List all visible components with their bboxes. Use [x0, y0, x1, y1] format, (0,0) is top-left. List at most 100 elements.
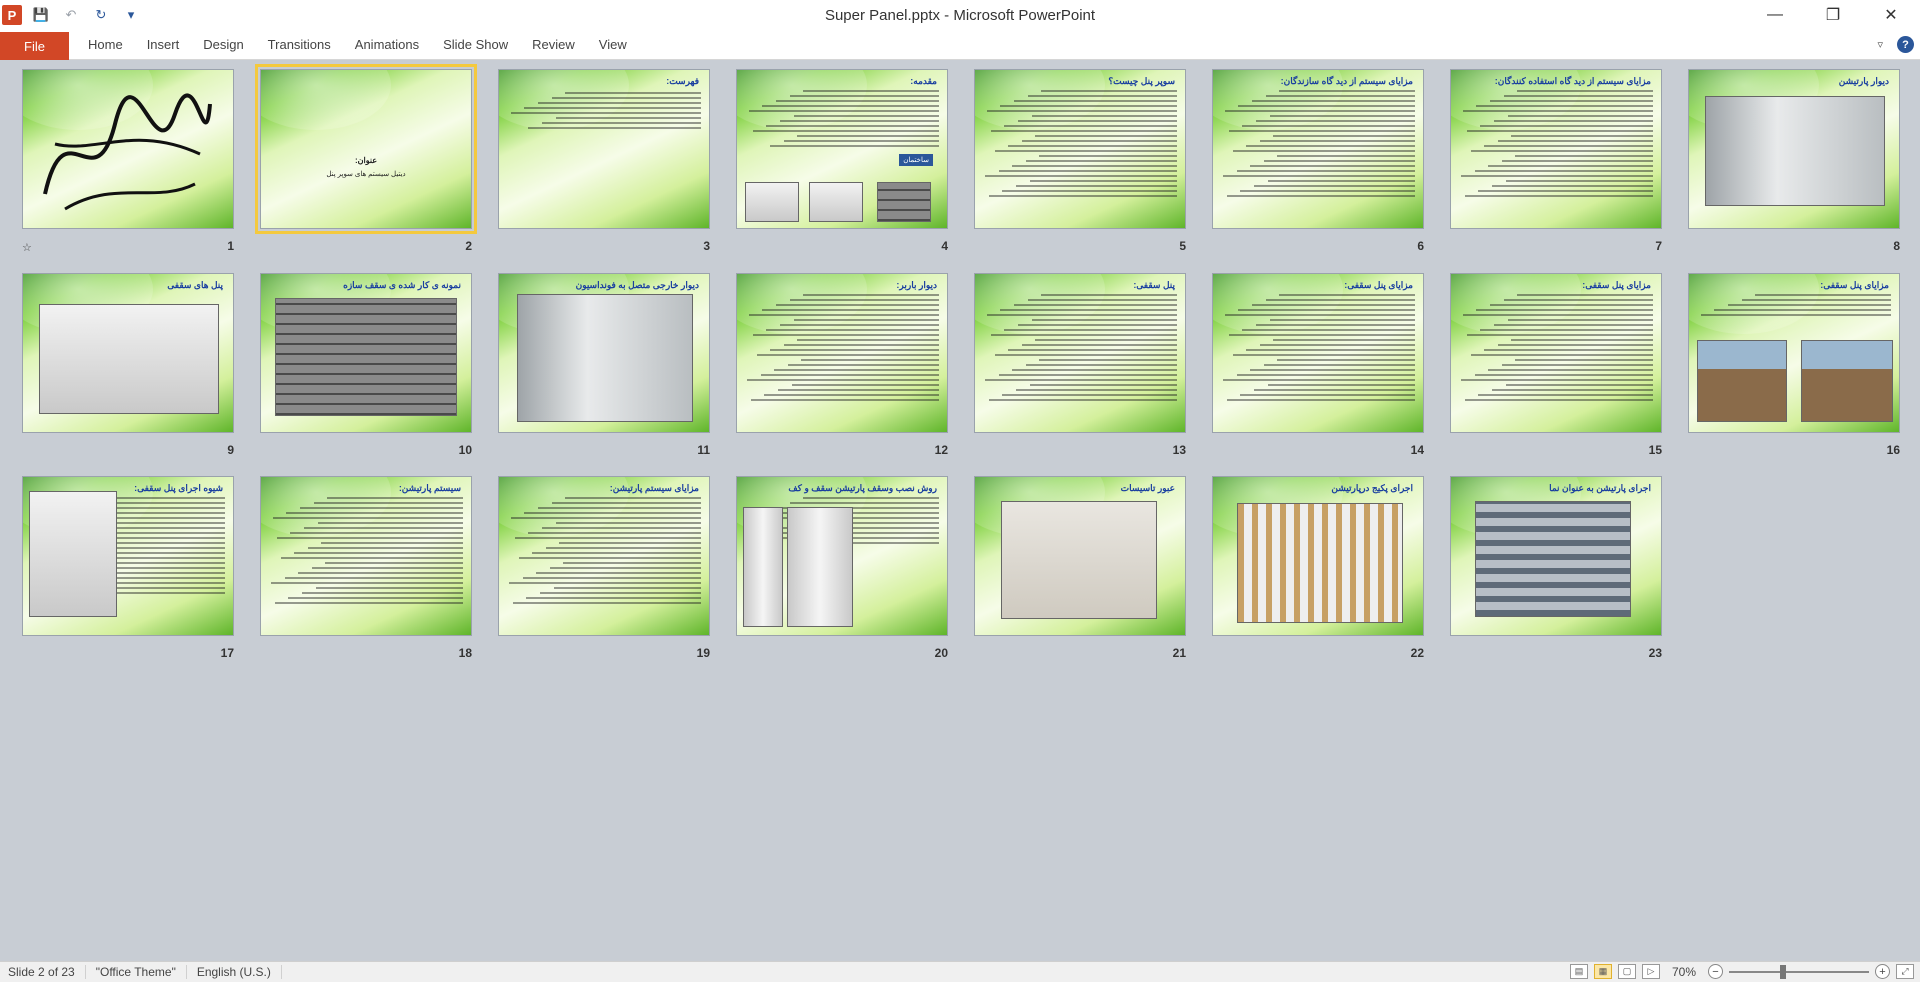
text-line — [1728, 304, 1891, 306]
text-line — [1031, 115, 1177, 117]
text-line — [555, 117, 701, 119]
text-line — [539, 592, 701, 594]
tab-review[interactable]: Review — [520, 30, 587, 60]
transition-icon[interactable]: ☆ — [22, 241, 32, 254]
text-line — [793, 319, 939, 321]
slide-body-text — [507, 497, 701, 627]
file-tab[interactable]: File — [0, 32, 69, 60]
zoom-slider-thumb[interactable] — [1779, 964, 1786, 979]
zoom-in-button[interactable]: + — [1875, 964, 1890, 979]
slide-thumbnail-5[interactable]: سوپر پنل چیست؟ — [974, 69, 1186, 229]
text-line — [317, 522, 463, 524]
text-line — [1460, 379, 1653, 381]
tab-insert[interactable]: Insert — [135, 30, 192, 60]
slide-thumbnail-11[interactable]: دیوار خارجی متصل به فونداسیون — [498, 273, 710, 433]
text-line — [789, 299, 939, 301]
restore-button[interactable]: ❐ — [1804, 0, 1862, 30]
foundation-wall-render — [517, 294, 693, 422]
text-line — [290, 532, 463, 534]
slide-thumbnail-19[interactable]: مزایای سیستم پارتیشن: — [498, 476, 710, 636]
slide-thumbnail-23[interactable]: اجرای پارتیشن به عنوان نما — [1450, 476, 1662, 636]
help-icon[interactable]: ? — [1897, 36, 1914, 53]
text-line — [986, 110, 1177, 112]
slide-thumbnail-20[interactable]: روش نصب وسقف پارتیشن سقف و کف — [736, 476, 948, 636]
text-line — [746, 379, 939, 381]
text-line — [1279, 294, 1415, 296]
text-line — [791, 384, 939, 386]
text-line — [1466, 130, 1653, 132]
text-line — [777, 389, 939, 391]
reading-view-button[interactable]: ▢ — [1618, 964, 1636, 979]
text-line — [1224, 314, 1415, 316]
text-line — [762, 105, 939, 107]
slide-thumbnail-2[interactable]: عنوان: دیتیل سیستم های سوپر پنل — [255, 64, 477, 234]
theme-name[interactable]: "Office Theme" — [86, 965, 187, 979]
text-line — [1273, 339, 1415, 341]
zoom-slider[interactable] — [1729, 964, 1869, 979]
minimize-button[interactable]: — — [1746, 0, 1804, 30]
slide-thumbnail-8[interactable]: دیوار پارتیشن — [1688, 69, 1900, 229]
slide-subtitle: دیتیل سیستم های سوپر پنل — [326, 171, 406, 178]
normal-view-button[interactable]: ▤ — [1570, 964, 1588, 979]
tab-slide-show[interactable]: Slide Show — [431, 30, 520, 60]
slide-thumbnail-4[interactable]: مقدمه: ساختمان — [736, 69, 948, 229]
slide-show-button[interactable]: ▷ — [1642, 964, 1660, 979]
zoom-out-button[interactable]: − — [1708, 964, 1723, 979]
slide-thumbnail-1[interactable] — [22, 69, 234, 229]
slide-title: سیستم پارتیشن: — [398, 483, 461, 493]
text-line — [1507, 115, 1653, 117]
slide-thumbnail-21[interactable]: عبور تاسیسات — [974, 476, 1186, 636]
slide-thumbnail-9[interactable]: پنل های سقفی — [22, 273, 234, 433]
minimize-ribbon-icon[interactable]: ▿ — [1877, 38, 1883, 51]
slide-number: 13 — [1172, 443, 1186, 457]
tab-view[interactable]: View — [587, 30, 639, 60]
slide-title: فهرست: — [666, 76, 699, 86]
slide-thumbnail-7[interactable]: مزایای سیستم از دید گاه استفاده کنندگان: — [1450, 69, 1662, 229]
text-line — [803, 90, 939, 92]
tab-animations[interactable]: Animations — [343, 30, 431, 60]
slide-thumbnail-10[interactable]: نمونه ی کار شده ی سقف سازه — [260, 273, 472, 433]
fit-to-window-button[interactable]: ⤢ — [1896, 964, 1914, 979]
language-indicator[interactable]: English (U.S.) — [187, 965, 282, 979]
text-line — [1000, 105, 1177, 107]
slide-thumbnail-12[interactable]: دیوار باربر: — [736, 273, 948, 433]
partition-wall-render — [1705, 96, 1885, 206]
slide-body-text — [1459, 90, 1653, 220]
slide-title: پنل های سقفی — [167, 280, 223, 290]
text-line — [748, 314, 939, 316]
text-line — [1255, 120, 1415, 122]
text-line — [1511, 339, 1653, 341]
slide-thumbnail-17[interactable]: شیوه اجرای پنل سقفی: — [22, 476, 234, 636]
text-line — [1470, 150, 1653, 152]
slide-thumbnail-18[interactable]: سیستم پارتیشن: — [260, 476, 472, 636]
text-line — [528, 532, 701, 534]
text-line — [327, 497, 463, 499]
tab-design[interactable]: Design — [191, 30, 255, 60]
slide-thumbnail-6[interactable]: مزایای سیستم از دید گاه سازندگان: — [1212, 69, 1424, 229]
text-line — [1741, 299, 1891, 301]
window-title: Super Panel.pptx - Microsoft PowerPoint — [824, 7, 1096, 24]
slide-thumbnail-22[interactable]: اجرای پکیج درپارتیشن — [1212, 476, 1424, 636]
slide-thumbnail-3[interactable]: فهرست: — [498, 69, 710, 229]
text-line — [1491, 389, 1653, 391]
text-line — [1474, 374, 1653, 376]
slide-title: نمونه ی کار شده ی سقف سازه — [343, 280, 461, 290]
slide-thumbnail-14[interactable]: مزایای پنل سقفی: — [1212, 273, 1424, 433]
text-line — [565, 497, 701, 499]
zoom-level[interactable]: 70% — [1666, 965, 1702, 979]
text-line — [307, 547, 463, 549]
slide-thumbnail-15[interactable]: مزایای پنل سقفی: — [1450, 273, 1662, 433]
text-line — [1478, 394, 1653, 396]
text-line — [524, 512, 701, 514]
text-line — [801, 359, 939, 361]
close-button[interactable]: ✕ — [1862, 0, 1920, 30]
tab-transitions[interactable]: Transitions — [256, 30, 343, 60]
text-line — [555, 522, 701, 524]
text-line — [783, 140, 939, 142]
slide-sorter-view-button[interactable]: ▦ — [1594, 964, 1612, 979]
slide-thumbnail-13[interactable]: پنل سقفی: — [974, 273, 1186, 433]
tab-home[interactable]: Home — [76, 30, 135, 60]
slide-thumbnail-16[interactable]: مزایای پنل سقفی: — [1688, 273, 1900, 433]
text-line — [1501, 160, 1653, 162]
text-line — [1029, 384, 1177, 386]
